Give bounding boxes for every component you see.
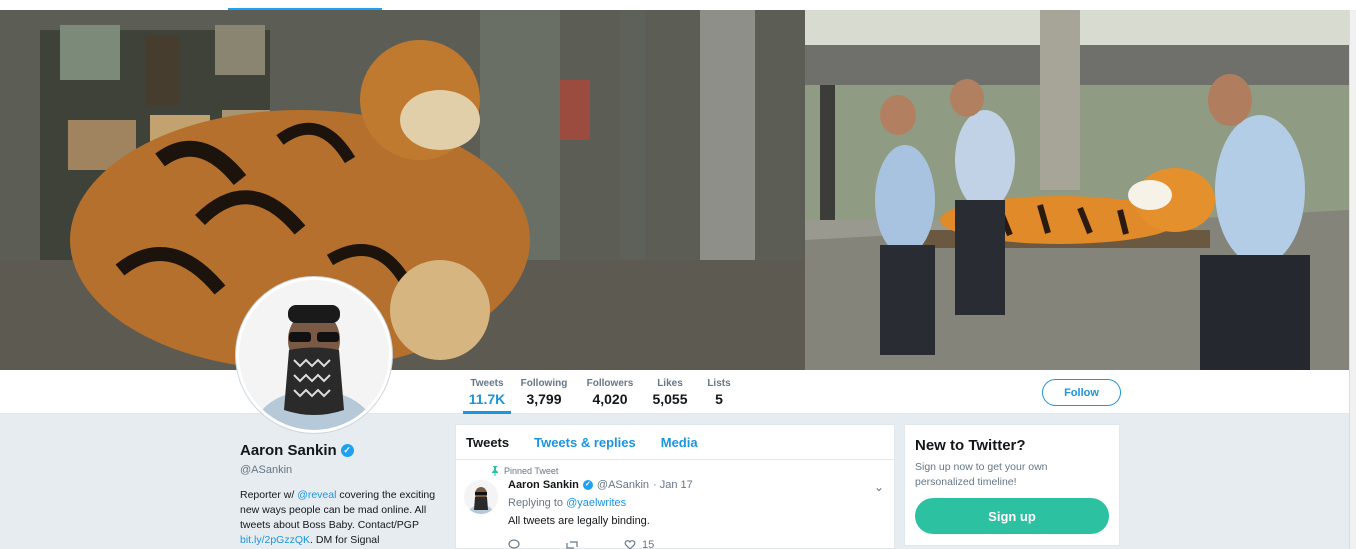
- tab-tweets-replies[interactable]: Tweets & replies: [534, 435, 636, 450]
- stat-tweets[interactable]: Tweets 11.7K: [463, 378, 511, 414]
- stat-following-value: 3,799: [526, 391, 562, 407]
- pinned-indicator: Pinned Tweet: [490, 466, 884, 476]
- heart-icon: [624, 540, 636, 549]
- timeline: Tweets Tweets & replies Media Pinned Twe…: [455, 424, 895, 549]
- bio-url-link[interactable]: bit.ly/2pGzzQK: [240, 534, 310, 546]
- follow-button[interactable]: Follow: [1042, 379, 1121, 406]
- stat-following[interactable]: Following 3,799: [520, 378, 568, 407]
- tweet-avatar-image: [464, 480, 498, 514]
- avatar-image: [239, 280, 389, 430]
- tweet-handle[interactable]: @ASankin: [597, 479, 649, 491]
- stat-likes-value: 5,055: [652, 391, 688, 407]
- retweet-button[interactable]: [565, 539, 579, 549]
- profile-card: Aaron Sankin ✓ @ASankin Reporter w/ @rev…: [240, 442, 440, 548]
- verified-badge-icon: ✓: [582, 480, 593, 490]
- tweet-text: All tweets are legally binding.: [508, 515, 650, 527]
- bio-mention-link[interactable]: @reveal: [297, 489, 336, 501]
- profile-name-row: Aaron Sankin ✓: [240, 442, 440, 459]
- bio-text: . DM for Signal: [310, 534, 380, 546]
- reply-prefix: Replying to: [508, 497, 567, 509]
- stat-tweets-label: Tweets: [470, 378, 504, 389]
- timeline-tabs: Tweets Tweets & replies Media: [456, 425, 894, 460]
- verified-badge-icon: ✓: [340, 444, 354, 457]
- reply-icon: [508, 539, 520, 549]
- tab-media[interactable]: Media: [661, 435, 698, 450]
- tab-tweets[interactable]: Tweets: [466, 435, 509, 450]
- stat-lists-value: 5: [715, 391, 723, 407]
- tweet-header: Aaron Sankin ✓ @ASankin · Jan 17: [508, 479, 884, 491]
- like-button[interactable]: 15: [624, 539, 654, 549]
- signup-text: Sign up now to get your own personalized…: [915, 461, 1048, 488]
- pinned-label: Pinned Tweet: [504, 466, 559, 476]
- page-scrollbar[interactable]: [1349, 10, 1356, 549]
- signup-title: New to Twitter?: [915, 437, 1026, 454]
- tweet-date[interactable]: · Jan 17: [653, 479, 693, 491]
- retweet-icon: [566, 541, 578, 549]
- profile-banner: [0, 10, 1349, 370]
- reply-context: Replying to @yaelwrites: [508, 497, 884, 509]
- profile-avatar[interactable]: [236, 277, 392, 433]
- stat-tweets-value: 11.7K: [468, 391, 506, 407]
- tweet-author[interactable]: Aaron Sankin: [508, 479, 579, 491]
- signup-button[interactable]: Sign up: [915, 498, 1109, 534]
- chevron-down-icon[interactable]: ⌄: [874, 480, 884, 494]
- stat-likes-label: Likes: [657, 378, 683, 389]
- profile-bio: Reporter w/ @reveal covering the excitin…: [240, 488, 445, 548]
- tweet-actions: 15: [508, 539, 884, 549]
- profile-handle[interactable]: @ASankin: [240, 464, 440, 476]
- stat-followers-label: Followers: [586, 378, 634, 389]
- stat-lists[interactable]: Lists 5: [704, 378, 734, 407]
- bio-text: Reporter w/: [240, 489, 298, 501]
- banner-image: [0, 10, 1349, 370]
- top-strip: [0, 0, 1356, 10]
- pin-icon: [492, 466, 498, 476]
- stat-followers[interactable]: Followers 4,020: [586, 378, 634, 407]
- stat-lists-label: Lists: [707, 378, 731, 389]
- profile-nav: Tweets 11.7K Following 3,799 Followers 4…: [0, 370, 1349, 414]
- tweet-avatar[interactable]: [464, 480, 498, 514]
- stat-likes[interactable]: Likes 5,055: [650, 378, 690, 407]
- reply-handle-link[interactable]: @yaelwrites: [566, 497, 626, 509]
- tweet-item[interactable]: Pinned Tweet Aaron Sankin ✓ @ASankin · J…: [456, 460, 894, 549]
- stat-followers-value: 4,020: [592, 391, 628, 407]
- like-count: 15: [642, 539, 655, 549]
- profile-name[interactable]: Aaron Sankin: [240, 442, 337, 459]
- stat-following-label: Following: [520, 378, 568, 389]
- signup-module: New to Twitter? Sign up now to get your …: [904, 424, 1120, 546]
- reply-button[interactable]: [508, 539, 520, 549]
